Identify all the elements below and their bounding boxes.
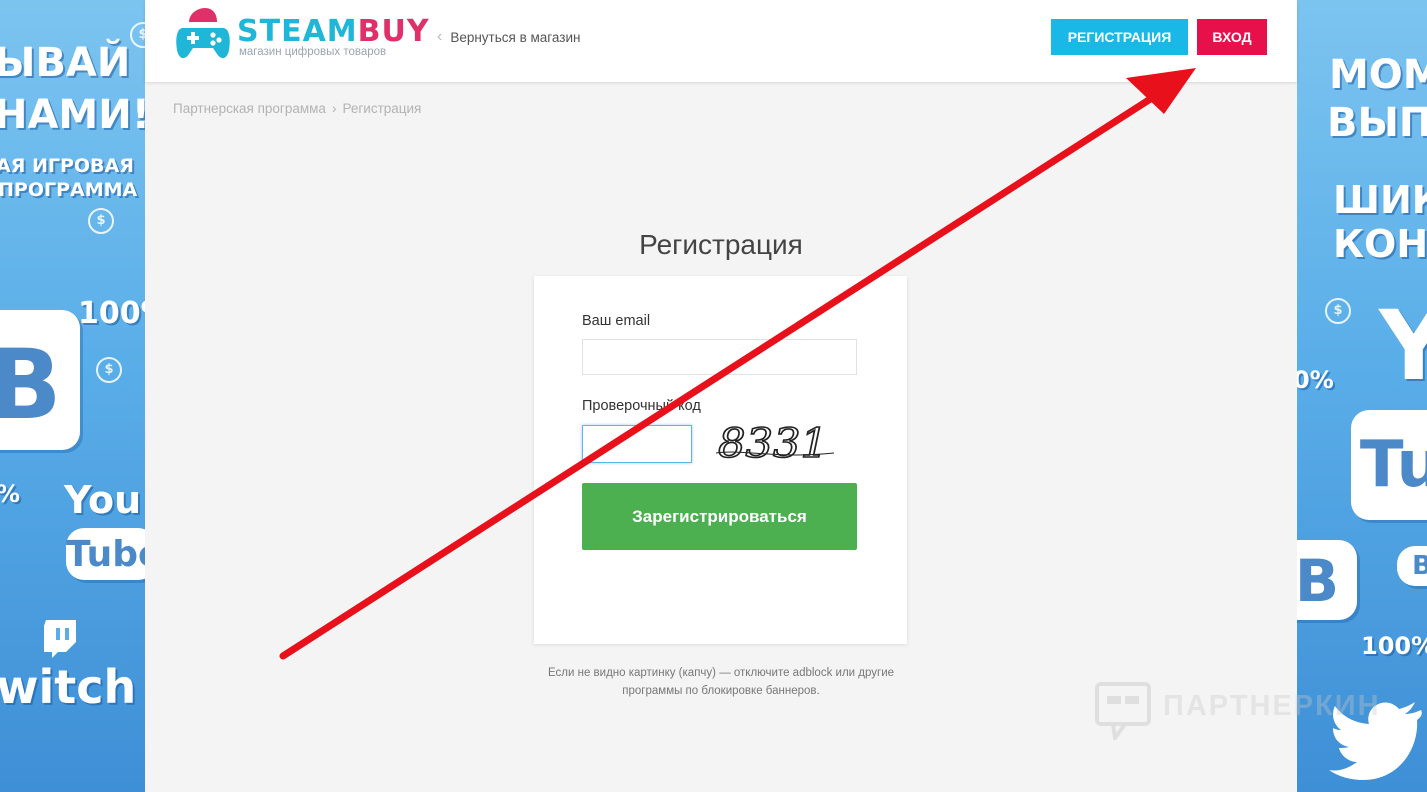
captcha-label: Проверочный код <box>582 398 701 414</box>
captcha-code-text: 8331 <box>718 421 828 467</box>
promo-text: ШИКА <box>1333 178 1427 222</box>
dollar-coin-icon: $ <box>1325 298 1351 324</box>
adblock-note: Если не видно картинку (капчу) — отключи… <box>521 664 921 700</box>
vk-logo-icon: B <box>1397 546 1427 586</box>
twitch-icon <box>42 618 78 658</box>
email-label: Ваш email <box>582 313 651 329</box>
percent-text: 100% <box>78 296 145 331</box>
dollar-coin-icon: $ <box>130 22 145 48</box>
captcha-input[interactable] <box>582 425 692 463</box>
steambuy-logo[interactable]: STEAMBUY магазин цифровых товаров <box>175 8 429 64</box>
email-field[interactable] <box>582 339 857 375</box>
partnerkin-logo-icon <box>1095 682 1151 740</box>
adblock-note-line: программы по блокировке баннеров. <box>622 685 820 697</box>
vk-logo-icon: B <box>1297 540 1357 620</box>
promo-text: КОНВ <box>1333 222 1427 266</box>
logo-steam-text: STEAM <box>237 14 358 49</box>
register-button[interactable]: РЕГИСТРАЦИЯ <box>1051 19 1188 55</box>
youtube-logo-icon: You <box>64 478 142 522</box>
back-to-store-link[interactable]: ‹ Вернуться в магазин <box>437 28 580 46</box>
gamepad-logo-icon <box>176 8 230 59</box>
logo-wordmark: STEAMBUY <box>237 14 430 49</box>
page-title: Регистрация <box>639 228 803 260</box>
adblock-note-line: Если не видно картинку (капчу) — отключи… <box>547 667 895 679</box>
breadcrumb-current: Регистрация <box>342 101 422 116</box>
percent-text: % <box>0 480 20 508</box>
right-promo-banner: МОМ ВЫПЛ ШИКА КОНВ $ 0% Y Tu B B 100% <box>1297 0 1427 792</box>
promo-text: МОМ <box>1329 52 1427 98</box>
registration-form-card: Ваш email Проверочный код 8331 Зарегистр… <box>534 276 907 644</box>
login-button[interactable]: ВХОД <box>1197 19 1267 55</box>
dollar-coin-icon: $ <box>88 208 114 234</box>
main-content: STEAMBUY магазин цифровых товаров ‹ Верн… <box>145 0 1379 792</box>
promo-text: ЫВАЙ <box>0 40 131 86</box>
promo-text: НАМИ! <box>0 92 145 138</box>
promo-text: ПРОГРАММА <box>0 179 138 201</box>
percent-text: 0% <box>1297 366 1334 394</box>
twitch-logo-text: witch <box>0 660 137 714</box>
dollar-coin-icon: $ <box>96 357 122 383</box>
back-to-store-label: Вернуться в магазин <box>450 29 581 45</box>
youtube-tube-icon: Tube <box>66 528 145 580</box>
chevron-left-icon: ‹ <box>437 28 443 45</box>
site-header: STEAMBUY магазин цифровых товаров ‹ Верн… <box>145 0 1297 82</box>
youtube-tube-icon: Tu <box>1351 410 1427 520</box>
vk-logo-icon: B <box>0 310 80 450</box>
breadcrumb: Партнерская программа › Регистрация <box>173 101 421 116</box>
percent-text: 100% <box>1361 632 1427 660</box>
promo-text: ВЫПЛ <box>1327 100 1427 146</box>
logo-buy-text: BUY <box>357 14 430 49</box>
breadcrumb-link-partner-program[interactable]: Партнерская программа <box>173 101 326 116</box>
promo-text: АЯ ИГРОВАЯ <box>0 155 134 177</box>
watermark-text: ПАРТНЕРКИН <box>1163 690 1381 722</box>
submit-register-button[interactable]: Зарегистрироваться <box>582 483 857 550</box>
youtube-logo-icon: Y <box>1379 290 1427 402</box>
logo-tagline: магазин цифровых товаров <box>239 46 387 58</box>
breadcrumb-separator: › <box>331 101 337 116</box>
watermark: ПАРТНЕРКИН <box>1093 680 1383 740</box>
captcha-image: 8331 <box>715 420 835 467</box>
left-promo-banner: ЫВАЙ НАМИ! АЯ ИГРОВАЯ ПРОГРАММА $ $ $ 10… <box>0 0 145 792</box>
